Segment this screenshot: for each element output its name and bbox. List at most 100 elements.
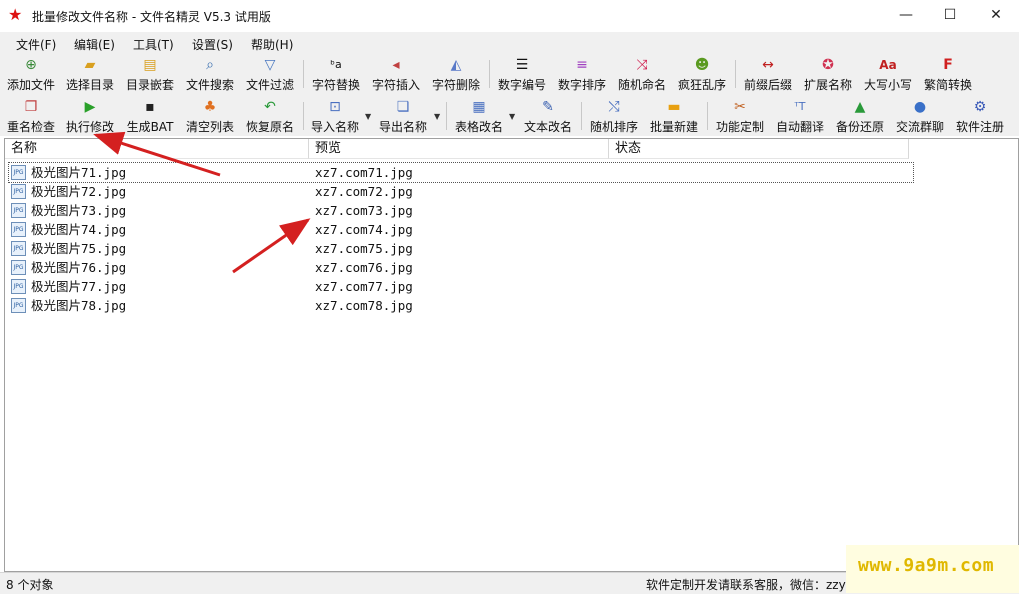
- table-row[interactable]: JPG 极光图片74.jpg xz7.com74.jpg: [9, 220, 913, 239]
- trad-simp-button[interactable]: F 繁简转换: [921, 54, 975, 94]
- table-row[interactable]: JPG 极光图片72.jpg xz7.com72.jpg: [9, 182, 913, 201]
- file-search-button[interactable]: ⌕ 文件搜索: [183, 54, 237, 94]
- star-icon: ✪: [822, 57, 834, 73]
- file-list[interactable]: 名称 预览 状态 JPG 极光图片71.jpg xz7.com71.jpg JPG 极…: [4, 138, 1019, 572]
- add-file-label: 添加文件: [6, 78, 55, 92]
- number-sort-button[interactable]: ≡ 数字排序: [555, 54, 609, 94]
- export-dropdown-icon[interactable]: ▼: [434, 112, 440, 121]
- prefix-suffix-label: 前缀后缀: [743, 78, 792, 92]
- import-names-label: 导入名称: [310, 120, 359, 134]
- generate-bat-button[interactable]: ▪ 生成BAT: [123, 96, 177, 136]
- broom-icon: ♣: [203, 99, 217, 115]
- char-insert-button[interactable]: ◂ 字符插入: [369, 54, 423, 94]
- jpg-file-icon: JPG: [11, 203, 26, 218]
- random-sort-icon: ⤭: [608, 99, 620, 115]
- replace-icon: ᵇa: [330, 58, 342, 71]
- random-sort-button[interactable]: ⤭ 随机排序: [587, 96, 641, 136]
- file-filter-button[interactable]: ▽ 文件过滤: [243, 54, 297, 94]
- table-row[interactable]: JPG 极光图片71.jpg xz7.com71.jpg: [8, 162, 914, 183]
- chat-group-button[interactable]: ● 交流群聊: [893, 96, 947, 136]
- table-row[interactable]: JPG 极光图片73.jpg xz7.com73.jpg: [9, 201, 913, 220]
- extension-label: 扩展名称: [803, 78, 852, 92]
- column-header-preview[interactable]: 预览: [309, 139, 609, 159]
- restore-name-button[interactable]: ↶ 恢复原名: [243, 96, 297, 136]
- char-insert-label: 字符插入: [371, 78, 420, 92]
- menu-settings[interactable]: 设置(S): [192, 36, 233, 53]
- customize-button[interactable]: ✂ 功能定制: [713, 96, 767, 136]
- menu-edit[interactable]: 编辑(E): [74, 36, 115, 53]
- folder-nest-button[interactable]: ▤ 目录嵌套: [123, 54, 177, 94]
- file-filter-label: 文件过滤: [245, 78, 294, 92]
- text-rename-button[interactable]: ✎ 文本改名: [521, 96, 575, 136]
- extension-button[interactable]: ✪ 扩展名称: [801, 54, 855, 94]
- jpg-file-icon: JPG: [11, 298, 26, 313]
- select-folder-button[interactable]: ▰ 选择目录: [63, 54, 117, 94]
- table-row[interactable]: JPG 极光图片78.jpg xz7.com78.jpg: [9, 296, 913, 315]
- edit-text-icon: ✎: [542, 99, 554, 115]
- numbered-list-icon: ☰: [515, 57, 529, 73]
- toolbar-secondary: ❐ 重名检查 ▶ 执行修改 ▪ 生成BAT ♣ 清空列表 ↶ 恢复原名 ⊡ 导入名称 ▼ ❏…: [0, 96, 1019, 136]
- table-row[interactable]: JPG 极光图片75.jpg xz7.com75.jpg: [9, 239, 913, 258]
- title-bar: ★ 批量修改文件名称 - 文件名精灵 V5.3 试用版 — ☐ ✕: [0, 0, 1019, 32]
- case-label: 大写小写: [863, 78, 912, 92]
- random-name-button[interactable]: ⤨ 随机命名: [615, 54, 669, 94]
- file-name: 极光图片73.jpg: [31, 203, 127, 218]
- generate-bat-label: 生成BAT: [126, 120, 174, 134]
- file-preview: xz7.com72.jpg: [315, 184, 413, 199]
- backup-restore-button[interactable]: ▲ 备份还原: [833, 96, 887, 136]
- char-delete-label: 字符删除: [431, 78, 480, 92]
- execute-button[interactable]: ▶ 执行修改: [63, 96, 117, 136]
- file-name: 极光图片76.jpg: [31, 260, 127, 275]
- menu-tools[interactable]: 工具(T): [133, 36, 174, 53]
- maximize-button[interactable]: ☐: [927, 0, 973, 32]
- table-rename-label: 表格改名: [454, 120, 503, 134]
- customize-label: 功能定制: [715, 120, 764, 134]
- filter-icon: ▽: [264, 57, 276, 73]
- table-dropdown-icon[interactable]: ▼: [509, 112, 515, 121]
- char-replace-button[interactable]: ᵇa 字符替换: [309, 54, 363, 94]
- minimize-button[interactable]: —: [883, 0, 929, 32]
- drive-icon: ▲: [854, 99, 866, 115]
- close-button[interactable]: ✕: [973, 0, 1019, 32]
- register-label: 软件注册: [955, 120, 1004, 134]
- import-dropdown-icon[interactable]: ▼: [365, 112, 371, 121]
- batch-create-label: 批量新建: [649, 120, 698, 134]
- crazy-shuffle-label: 疯狂乱序: [677, 78, 726, 92]
- case-button[interactable]: Aa 大写小写: [861, 54, 915, 94]
- table-rename-button[interactable]: ▦ 表格改名: [452, 96, 506, 136]
- object-count: 8 个对象: [6, 578, 54, 592]
- menu-bar: 文件(F) 编辑(E) 工具(T) 设置(S) 帮助(H): [0, 32, 1019, 54]
- toolbar-main: ⊕ 添加文件 ▰ 选择目录 ▤ 目录嵌套 ⌕ 文件搜索 ▽ 文件过滤 ᵇa 字符替换 ◂ 字符…: [0, 54, 1019, 96]
- register-button[interactable]: ⚙ 软件注册: [953, 96, 1007, 136]
- import-names-button[interactable]: ⊡ 导入名称: [308, 96, 362, 136]
- prefix-suffix-button[interactable]: ↔ 前缀后缀: [741, 54, 795, 94]
- column-header-status[interactable]: 状态: [609, 139, 909, 159]
- clear-list-button[interactable]: ♣ 清空列表: [183, 96, 237, 136]
- toolbar-separator: [303, 102, 304, 130]
- backup-restore-label: 备份还原: [835, 120, 884, 134]
- duplicate-check-icon: ❐: [24, 99, 38, 115]
- case-icon: Aa: [879, 58, 897, 72]
- translate-button[interactable]: ᵀT 自动翻译: [773, 96, 827, 136]
- column-header-name[interactable]: 名称: [5, 139, 309, 159]
- duplicate-check-button[interactable]: ❐ 重名检查: [4, 96, 58, 136]
- number-button[interactable]: ☰ 数字编号: [495, 54, 549, 94]
- number-label: 数字编号: [497, 78, 546, 92]
- table-row[interactable]: JPG 极光图片76.jpg xz7.com76.jpg: [9, 258, 913, 277]
- export-names-button[interactable]: ❏ 导出名称: [376, 96, 430, 136]
- menu-file[interactable]: 文件(F): [16, 36, 56, 53]
- qq-icon: ●: [913, 99, 927, 115]
- file-name: 极光图片75.jpg: [31, 241, 127, 256]
- file-name: 极光图片78.jpg: [31, 298, 127, 313]
- add-file-button[interactable]: ⊕ 添加文件: [4, 54, 58, 94]
- jpg-file-icon: JPG: [11, 222, 26, 237]
- jpg-file-icon: JPG: [11, 241, 26, 256]
- char-delete-button[interactable]: ◭ 字符删除: [429, 54, 483, 94]
- batch-create-button[interactable]: ▬ 批量新建: [647, 96, 701, 136]
- crazy-shuffle-button[interactable]: ☻ 疯狂乱序: [675, 54, 729, 94]
- jpg-file-icon: JPG: [11, 165, 26, 180]
- trad-simp-label: 繁简转换: [923, 78, 972, 92]
- menu-help[interactable]: 帮助(H): [251, 36, 293, 53]
- table-row[interactable]: JPG 极光图片77.jpg xz7.com77.jpg: [9, 277, 913, 296]
- undo-icon: ↶: [264, 99, 276, 115]
